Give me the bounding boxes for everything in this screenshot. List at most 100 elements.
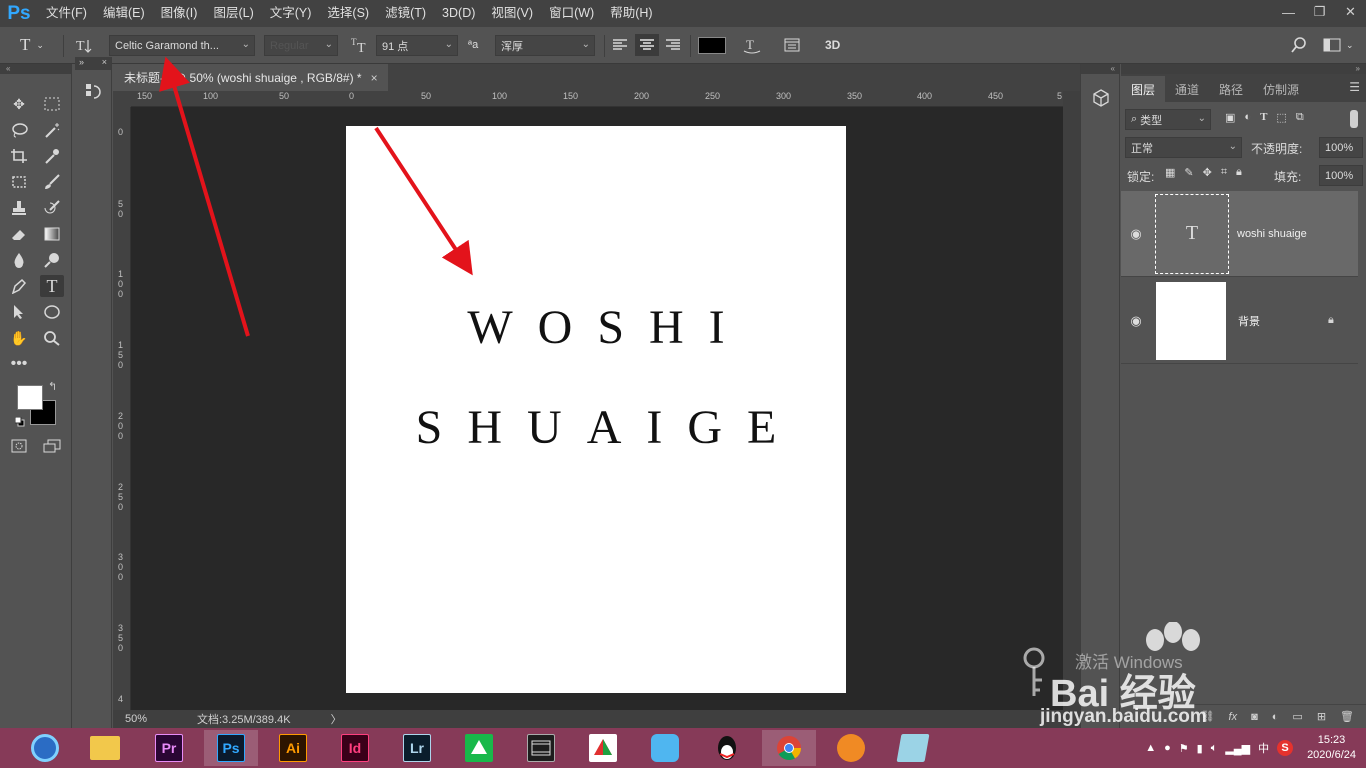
zoom-tool-icon[interactable]	[40, 327, 64, 349]
taskbar-indesign[interactable]: Id	[328, 730, 382, 766]
layer-row-text[interactable]: ◉ T woshi shuaige	[1121, 191, 1358, 277]
fx-icon[interactable]: fx	[1229, 711, 1238, 723]
menu-select[interactable]: 选择(S)	[319, 0, 377, 27]
menu-edit[interactable]: 编辑(E)	[95, 0, 153, 27]
folder-icon[interactable]: ▭	[1292, 710, 1302, 723]
search-button[interactable]	[1290, 34, 1308, 56]
blend-mode-select[interactable]: 正常 ⌄	[1125, 137, 1242, 158]
foreground-color-swatch[interactable]	[17, 385, 43, 410]
pixel-filter-icon[interactable]: ▣	[1225, 111, 1235, 124]
character-panel-button[interactable]	[783, 34, 801, 56]
canvas-text-line-1[interactable]: WOSHI	[346, 300, 846, 355]
gradient-tool-icon[interactable]	[40, 223, 64, 245]
more-tools-icon[interactable]: •••	[7, 353, 31, 375]
font-style-select[interactable]: Regular ⌄	[264, 35, 338, 56]
taskbar-video-app[interactable]	[514, 730, 568, 766]
canvas-area[interactable]: WOSHI SHUAIGE	[131, 107, 1063, 710]
history-icon[interactable]	[84, 82, 104, 105]
pen-tool-icon[interactable]	[7, 275, 31, 297]
default-colors-icon[interactable]	[14, 416, 25, 427]
frame-tool-icon[interactable]	[7, 171, 31, 193]
eyedropper-tool-icon[interactable]	[40, 145, 64, 167]
tab-paths[interactable]: 路径	[1209, 76, 1253, 102]
shape-filter-icon[interactable]: ⬚	[1276, 111, 1286, 124]
taskbar-browser[interactable]	[18, 730, 72, 766]
layer-name[interactable]: woshi shuaige	[1237, 228, 1307, 240]
collapse-toolbar-icon[interactable]: «	[0, 64, 71, 74]
visibility-eye-icon[interactable]: ◉	[1121, 226, 1151, 242]
font-family-select[interactable]: Celtic Garamond th... ⌄	[109, 35, 255, 56]
lock-transparent-icon[interactable]: ▦	[1165, 166, 1175, 179]
panel-menu-icon[interactable]: ☰	[1349, 80, 1360, 94]
taskbar-qq[interactable]	[700, 730, 754, 766]
vertical-scrollbar[interactable]	[1063, 91, 1080, 710]
blur-tool-icon[interactable]	[7, 249, 31, 271]
menu-window[interactable]: 窗口(W)	[541, 0, 602, 27]
document-info[interactable]: 文档:3.25M/389.4K	[197, 711, 291, 727]
trash-icon[interactable]: 🗑︎	[1340, 710, 1354, 723]
taskbar-chrome[interactable]	[762, 730, 816, 766]
text-color-swatch[interactable]	[698, 37, 726, 54]
taskbar-green-app[interactable]	[452, 730, 506, 766]
show-hidden-icons[interactable]: ▲	[1145, 742, 1156, 754]
ruler-origin[interactable]	[113, 91, 131, 107]
hand-tool-icon[interactable]: ✋	[7, 327, 31, 349]
status-menu-arrow[interactable]: 〉	[331, 711, 342, 727]
menu-3d[interactable]: 3D(D)	[434, 0, 483, 27]
close-button[interactable]: ✕	[1335, 0, 1366, 24]
close-icon[interactable]: ×	[102, 57, 107, 70]
lock-artboard-icon[interactable]: ⌗	[1221, 166, 1227, 179]
taskbar-photoshop[interactable]: Ps	[204, 730, 258, 766]
screen-mode-icon[interactable]	[40, 435, 64, 457]
link-icon[interactable]: ⛓	[1201, 710, 1215, 723]
tab-clone-source[interactable]: 仿制源	[1253, 76, 1309, 102]
lock-image-icon[interactable]: ✎	[1184, 166, 1193, 179]
layer-row-background[interactable]: ◉ 背景 🔒︎	[1121, 278, 1358, 364]
menu-image[interactable]: 图像(I)	[153, 0, 206, 27]
taskbar-colorful-app[interactable]	[576, 730, 630, 766]
taskbar-notes-app[interactable]	[886, 730, 940, 766]
quick-mask-icon[interactable]	[7, 435, 31, 457]
zoom-level[interactable]: 50%	[125, 713, 185, 725]
lock-position-icon[interactable]: ✥	[1203, 166, 1212, 179]
ellipse-tool-icon[interactable]	[40, 301, 64, 323]
workspace-switcher[interactable]: ⌄	[1323, 34, 1354, 56]
crop-tool-icon[interactable]	[7, 145, 31, 167]
antialias-select[interactable]: 浑厚 ⌄	[495, 35, 595, 56]
tab-channels[interactable]: 通道	[1165, 76, 1209, 102]
document-canvas[interactable]: WOSHI SHUAIGE	[346, 126, 846, 693]
taskbar-premiere[interactable]: Pr	[142, 730, 196, 766]
warp-text-button[interactable]: T	[742, 34, 762, 56]
flag-icon[interactable]: ⚑	[1179, 742, 1189, 755]
path-selection-tool-icon[interactable]	[7, 301, 31, 323]
expand-panel-icon[interactable]: «	[1081, 64, 1119, 74]
minimize-button[interactable]: —	[1273, 0, 1304, 24]
menu-file[interactable]: 文件(F)	[38, 0, 95, 27]
adjustment-filter-icon[interactable]: ◐	[1244, 111, 1251, 124]
stamp-tool-icon[interactable]	[7, 197, 31, 219]
magic-wand-tool-icon[interactable]	[40, 119, 64, 141]
taskbar-lightroom[interactable]: Lr	[390, 730, 444, 766]
type-tool-icon[interactable]: T	[40, 275, 64, 297]
adjustment-icon[interactable]: ◐	[1272, 711, 1279, 723]
taskbar-illustrator[interactable]: Ai	[266, 730, 320, 766]
ime-indicator[interactable]: 中	[1258, 740, 1269, 756]
canvas-text-line-2[interactable]: SHUAIGE	[346, 400, 846, 455]
eraser-tool-icon[interactable]	[7, 223, 31, 245]
lasso-tool-icon[interactable]	[7, 119, 31, 141]
clock[interactable]: 15:23 2020/6/24	[1307, 733, 1356, 763]
align-left-button[interactable]	[612, 34, 628, 56]
taskbar-chat-app[interactable]	[638, 730, 692, 766]
history-brush-tool-icon[interactable]	[40, 197, 64, 219]
menu-view[interactable]: 视图(V)	[483, 0, 541, 27]
sogou-icon[interactable]: S	[1277, 740, 1294, 756]
tool-preset-picker[interactable]: T ⌄	[20, 34, 44, 56]
opacity-input[interactable]: 100%	[1319, 137, 1363, 158]
visibility-eye-icon[interactable]: ◉	[1121, 313, 1151, 329]
3d-button[interactable]: 3D	[825, 34, 840, 56]
menu-layer[interactable]: 图层(L)	[205, 0, 261, 27]
collapse-panel-icon[interactable]: »	[1121, 64, 1366, 74]
vertical-ruler[interactable]: 0 5 0 1 0 0 1 5 0 2 0 0 2 5 0 3 0 0 3 5 …	[113, 107, 131, 710]
new-layer-icon[interactable]: ⊞	[1317, 710, 1326, 723]
move-tool-icon[interactable]: ✥	[7, 93, 31, 115]
